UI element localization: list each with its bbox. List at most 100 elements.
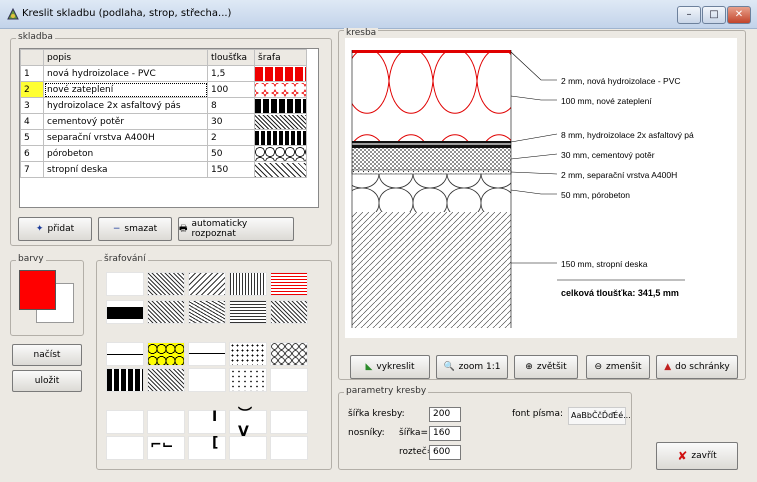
drawing-canvas: 2 mm, nová hydroizolace - PVC 100 mm, no… xyxy=(345,38,737,338)
hatch-swatch[interactable] xyxy=(188,342,226,366)
hatch-swatch[interactable] xyxy=(188,410,226,434)
row-thickness[interactable]: 30 xyxy=(207,113,255,130)
row-description[interactable]: pórobeton xyxy=(43,145,208,162)
hatch-swatch[interactable] xyxy=(106,342,144,366)
col-header-popis[interactable]: popis xyxy=(43,49,208,66)
drawing-width-input[interactable]: 200 xyxy=(429,407,461,422)
hatch-swatch[interactable] xyxy=(270,368,308,392)
hatch-swatch[interactable] xyxy=(270,342,308,366)
triangle-icon: ◣ xyxy=(365,362,373,372)
row-thickness[interactable]: 150 xyxy=(207,161,255,178)
row-hatch-preview[interactable] xyxy=(254,161,307,178)
hatch-swatch[interactable] xyxy=(188,436,226,460)
zoom-out-icon: ⊖ xyxy=(594,362,603,372)
hatch-swatch[interactable] xyxy=(229,272,267,296)
row-description[interactable]: nová hydroizolace - PVC xyxy=(43,65,208,82)
load-button[interactable]: načíst xyxy=(12,344,82,366)
beam-spacing-input[interactable]: 600 xyxy=(429,445,461,460)
minimize-button[interactable]: – xyxy=(677,6,701,24)
hatch-swatch[interactable] xyxy=(270,300,308,324)
table-header-row: popis tloušťka šrafa xyxy=(20,49,307,66)
annotation-4: 30 mm, cementový potěr xyxy=(561,150,655,160)
zoom-button[interactable]: 🔍 zoom 1:1 xyxy=(436,355,508,379)
save-button[interactable]: uložit xyxy=(12,370,82,392)
zoom-out-button[interactable]: ⊖ zmenšit xyxy=(586,355,650,379)
zoom-in-button[interactable]: ⊕ zvětšit xyxy=(514,355,578,379)
render-button[interactable]: ◣ vykreslit xyxy=(350,355,430,379)
table-row[interactable]: 2 nové zateplení 100 xyxy=(20,81,307,98)
row-number: 6 xyxy=(20,145,44,162)
hatch-swatch[interactable] xyxy=(229,342,267,366)
annotation-5: 2 mm, separační vrstva A400H xyxy=(561,170,678,180)
table-row[interactable]: 3 hydroizolace 2x asfaltový pás 8 xyxy=(20,97,307,114)
row-hatch-preview[interactable] xyxy=(254,65,307,82)
hatch-swatch[interactable] xyxy=(147,410,185,434)
row-number: 7 xyxy=(20,161,44,178)
hatch-swatch[interactable] xyxy=(106,300,144,324)
row-hatch-preview[interactable] xyxy=(254,81,307,98)
row-description[interactable]: stropní deska xyxy=(43,161,208,178)
foreground-color-swatch[interactable] xyxy=(19,270,56,310)
row-description[interactable]: nové zateplení xyxy=(43,81,208,98)
table-row[interactable]: 7 stropní deska 150 xyxy=(20,161,307,178)
row-thickness[interactable]: 2 xyxy=(207,129,255,146)
row-description[interactable]: cementový potěr xyxy=(43,113,208,130)
hatch-swatch[interactable] xyxy=(147,272,185,296)
row-thickness[interactable]: 1,5 xyxy=(207,65,255,82)
hatch-swatch[interactable] xyxy=(229,300,267,324)
close-dialog-button[interactable]: ✘ zavřít xyxy=(656,442,738,470)
row-description[interactable]: separační vrstva A400H xyxy=(43,129,208,146)
col-header-num xyxy=(20,49,44,66)
add-layer-button[interactable]: ✦ přidat xyxy=(18,217,92,241)
col-header-srafa[interactable]: šrafa xyxy=(254,49,307,66)
layer-table[interactable]: popis tloušťka šrafa 1 nová hydroizolace … xyxy=(19,48,319,208)
font-sample-button[interactable]: AaBbČčĎďÉé... xyxy=(568,407,631,425)
row-hatch-preview[interactable] xyxy=(254,145,307,162)
row-thickness[interactable]: 8 xyxy=(207,97,255,114)
col-header-tloustka[interactable]: tloušťka xyxy=(207,49,255,66)
barvy-group-label: barvy xyxy=(16,254,46,264)
kresba-group-label: kresba xyxy=(344,28,379,38)
row-hatch-preview[interactable] xyxy=(254,129,307,146)
row-number: 1 xyxy=(20,65,44,82)
layer-screed xyxy=(352,148,511,170)
table-row[interactable]: 6 pórobeton 50 xyxy=(20,145,307,162)
hatch-swatch[interactable] xyxy=(270,272,308,296)
row-thickness[interactable]: 100 xyxy=(207,81,255,98)
plus-icon: ✦ xyxy=(35,224,44,234)
hatch-swatch[interactable] xyxy=(106,368,144,392)
hatch-swatch[interactable] xyxy=(147,342,185,366)
hatch-swatch[interactable] xyxy=(188,272,226,296)
row-number: 3 xyxy=(20,97,44,114)
hatch-swatch[interactable] xyxy=(270,436,308,460)
annotation-2: 100 mm, nové zateplení xyxy=(561,96,652,106)
hatch-swatch[interactable] xyxy=(188,300,226,324)
beam-width-input[interactable]: 160 xyxy=(429,426,461,441)
delete-layer-button[interactable]: − smazat xyxy=(98,217,172,241)
c-channel-profile-icon: [ xyxy=(212,435,219,451)
row-number: 2 xyxy=(20,81,44,98)
hatch-swatch[interactable] xyxy=(147,300,185,324)
hatch-swatch[interactable] xyxy=(147,368,185,392)
font-label: font písma: xyxy=(512,409,563,419)
copy-to-clipboard-button[interactable]: ▲ do schránky xyxy=(656,355,738,379)
hatch-swatch[interactable] xyxy=(106,272,144,296)
hatch-swatch[interactable] xyxy=(106,436,144,460)
parametry-group-label: parametry kresby xyxy=(344,386,429,396)
annotation-3: 8 mm, hydroizolace 2x asfaltový pá xyxy=(561,130,694,140)
table-row[interactable]: 4 cementový potěr 30 xyxy=(20,113,307,130)
table-row[interactable]: 1 nová hydroizolace - PVC 1,5 xyxy=(20,65,307,82)
close-button[interactable]: ✕ xyxy=(727,6,751,24)
table-row[interactable]: 5 separační vrstva A400H 2 xyxy=(20,129,307,146)
auto-detect-button[interactable]: 🖶 automaticky rozpoznat xyxy=(178,217,294,241)
hatch-swatch[interactable] xyxy=(229,368,267,392)
row-hatch-preview[interactable] xyxy=(254,97,307,114)
hatch-swatch[interactable] xyxy=(106,410,144,434)
beam-width-label: šířka= xyxy=(399,428,428,438)
hatch-swatch[interactable] xyxy=(188,368,226,392)
row-thickness[interactable]: 50 xyxy=(207,145,255,162)
hatch-swatch[interactable] xyxy=(270,410,308,434)
row-description[interactable]: hydroizolace 2x asfaltový pás xyxy=(43,97,208,114)
row-hatch-preview[interactable] xyxy=(254,113,307,130)
maximize-button[interactable]: □ xyxy=(702,6,726,24)
